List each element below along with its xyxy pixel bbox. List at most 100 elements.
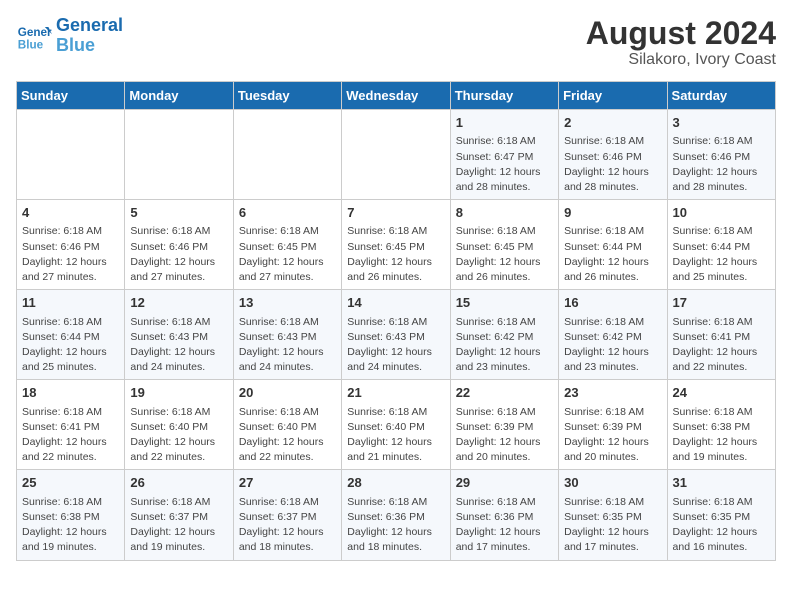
- calendar-week-row: 11 Sunrise: 6:18 AM Sunset: 6:44 PM Dayli…: [17, 290, 776, 380]
- table-row: 20Sunrise: 6:18 AM Sunset: 6:40 PM Dayli…: [233, 380, 341, 470]
- calendar-week-row: 25 Sunrise: 6:18 AM Sunset: 6:38 PM Dayli…: [17, 470, 776, 560]
- table-row: 28 Sunrise: 6:18 AM Sunset: 6:36 PM Dayli…: [342, 470, 450, 560]
- table-row: 26 Sunrise: 6:18 AM Sunset: 6:37 PM Dayli…: [125, 470, 233, 560]
- table-row: [233, 110, 341, 200]
- day-number: 9: [564, 204, 661, 222]
- day-info: Sunrise: 6:18 AM Sunset: 6:45 PM Dayligh…: [456, 224, 553, 285]
- day-number: 3: [673, 114, 770, 132]
- day-info: Sunrise: 6:18 AM Sunset: 6:39 PM Dayligh…: [456, 405, 553, 466]
- day-info: Sunrise: 6:18 AM Sunset: 6:42 PM Dayligh…: [456, 315, 553, 376]
- table-row: 14 Sunrise: 6:18 AM Sunset: 6:43 PM Dayli…: [342, 290, 450, 380]
- day-number: 17: [673, 294, 770, 312]
- table-row: 4 Sunrise: 6:18 AM Sunset: 6:46 PM Daylig…: [17, 200, 125, 290]
- day-number: 5: [130, 204, 227, 222]
- table-row: 12 Sunrise: 6:18 AM Sunset: 6:43 PM Dayli…: [125, 290, 233, 380]
- day-number: 20: [239, 384, 336, 402]
- calendar-table: Sunday Monday Tuesday Wednesday Thursday…: [16, 81, 776, 560]
- day-info: Sunrise: 6:18 AM Sunset: 6:36 PM Dayligh…: [347, 495, 444, 556]
- day-info: Sunrise: 6:18 AM Sunset: 6:46 PM Dayligh…: [130, 224, 227, 285]
- logo-text: General Blue: [56, 16, 123, 56]
- calendar-week-row: 4 Sunrise: 6:18 AM Sunset: 6:46 PM Daylig…: [17, 200, 776, 290]
- day-number: 4: [22, 204, 119, 222]
- day-info: Sunrise: 6:18 AM Sunset: 6:45 PM Dayligh…: [239, 224, 336, 285]
- logo: General Blue General Blue: [16, 16, 123, 56]
- table-row: [125, 110, 233, 200]
- day-number: 7: [347, 204, 444, 222]
- table-row: 19Sunrise: 6:18 AM Sunset: 6:40 PM Dayli…: [125, 380, 233, 470]
- day-info: Sunrise: 6:18 AM Sunset: 6:41 PM Dayligh…: [22, 405, 119, 466]
- day-info: Sunrise: 6:18 AM Sunset: 6:46 PM Dayligh…: [673, 134, 770, 195]
- day-info: Sunrise: 6:18 AM Sunset: 6:37 PM Dayligh…: [239, 495, 336, 556]
- day-number: 27: [239, 474, 336, 492]
- title-block: August 2024 Silakoro, Ivory Coast: [586, 16, 776, 69]
- day-info: Sunrise: 6:18 AM Sunset: 6:43 PM Dayligh…: [347, 315, 444, 376]
- day-number: 13: [239, 294, 336, 312]
- day-info: Sunrise: 6:18 AM Sunset: 6:43 PM Dayligh…: [239, 315, 336, 376]
- table-row: 9 Sunrise: 6:18 AM Sunset: 6:44 PM Daylig…: [559, 200, 667, 290]
- day-number: 26: [130, 474, 227, 492]
- day-number: 21: [347, 384, 444, 402]
- day-number: 22: [456, 384, 553, 402]
- day-info: Sunrise: 6:18 AM Sunset: 6:40 PM Dayligh…: [130, 405, 227, 466]
- table-row: 22 Sunrise: 6:18 AM Sunset: 6:39 PM Dayli…: [450, 380, 558, 470]
- col-monday: Monday: [125, 82, 233, 110]
- day-number: 10: [673, 204, 770, 222]
- day-info: Sunrise: 6:18 AM Sunset: 6:39 PM Dayligh…: [564, 405, 661, 466]
- day-number: 30: [564, 474, 661, 492]
- col-saturday: Saturday: [667, 82, 775, 110]
- day-number: 2: [564, 114, 661, 132]
- table-row: 2Sunrise: 6:18 AM Sunset: 6:46 PM Daylig…: [559, 110, 667, 200]
- day-number: 14: [347, 294, 444, 312]
- day-number: 1: [456, 114, 553, 132]
- table-row: 29 Sunrise: 6:18 AM Sunset: 6:36 PM Dayli…: [450, 470, 558, 560]
- day-number: 31: [673, 474, 770, 492]
- table-row: 7 Sunrise: 6:18 AM Sunset: 6:45 PM Daylig…: [342, 200, 450, 290]
- day-info: Sunrise: 6:18 AM Sunset: 6:47 PM Dayligh…: [456, 134, 553, 195]
- table-row: 21 Sunrise: 6:18 AM Sunset: 6:40 PM Dayli…: [342, 380, 450, 470]
- page-header: General Blue General Blue August 2024 Si…: [16, 16, 776, 69]
- day-info: Sunrise: 6:18 AM Sunset: 6:43 PM Dayligh…: [130, 315, 227, 376]
- day-number: 15: [456, 294, 553, 312]
- day-number: 23: [564, 384, 661, 402]
- calendar-week-row: 1 Sunrise: 6:18 AM Sunset: 6:47 PM Daylig…: [17, 110, 776, 200]
- day-info: Sunrise: 6:18 AM Sunset: 6:46 PM Dayligh…: [22, 224, 119, 285]
- col-thursday: Thursday: [450, 82, 558, 110]
- day-number: 28: [347, 474, 444, 492]
- table-row: 11 Sunrise: 6:18 AM Sunset: 6:44 PM Dayli…: [17, 290, 125, 380]
- table-row: 13 Sunrise: 6:18 AM Sunset: 6:43 PM Dayli…: [233, 290, 341, 380]
- table-row: 8Sunrise: 6:18 AM Sunset: 6:45 PM Daylig…: [450, 200, 558, 290]
- table-row: 30 Sunrise: 6:18 AM Sunset: 6:35 PM Dayli…: [559, 470, 667, 560]
- day-number: 12: [130, 294, 227, 312]
- table-row: 31Sunrise: 6:18 AM Sunset: 6:35 PM Dayli…: [667, 470, 775, 560]
- table-row: 24 Sunrise: 6:18 AM Sunset: 6:38 PM Dayli…: [667, 380, 775, 470]
- table-row: 3 Sunrise: 6:18 AM Sunset: 6:46 PM Daylig…: [667, 110, 775, 200]
- table-row: [17, 110, 125, 200]
- day-number: 29: [456, 474, 553, 492]
- col-friday: Friday: [559, 82, 667, 110]
- day-info: Sunrise: 6:18 AM Sunset: 6:42 PM Dayligh…: [564, 315, 661, 376]
- col-wednesday: Wednesday: [342, 82, 450, 110]
- day-info: Sunrise: 6:18 AM Sunset: 6:38 PM Dayligh…: [22, 495, 119, 556]
- table-row: 17 Sunrise: 6:18 AM Sunset: 6:41 PM Dayli…: [667, 290, 775, 380]
- day-info: Sunrise: 6:18 AM Sunset: 6:36 PM Dayligh…: [456, 495, 553, 556]
- calendar-header-row: Sunday Monday Tuesday Wednesday Thursday…: [17, 82, 776, 110]
- day-info: Sunrise: 6:18 AM Sunset: 6:37 PM Dayligh…: [130, 495, 227, 556]
- day-number: 18: [22, 384, 119, 402]
- day-info: Sunrise: 6:18 AM Sunset: 6:45 PM Dayligh…: [347, 224, 444, 285]
- day-number: 16: [564, 294, 661, 312]
- day-number: 11: [22, 294, 119, 312]
- svg-text:Blue: Blue: [18, 38, 44, 51]
- day-info: Sunrise: 6:18 AM Sunset: 6:44 PM Dayligh…: [564, 224, 661, 285]
- day-info: Sunrise: 6:18 AM Sunset: 6:41 PM Dayligh…: [673, 315, 770, 376]
- location-subtitle: Silakoro, Ivory Coast: [586, 51, 776, 69]
- day-number: 24: [673, 384, 770, 402]
- day-info: Sunrise: 6:18 AM Sunset: 6:44 PM Dayligh…: [673, 224, 770, 285]
- day-number: 25: [22, 474, 119, 492]
- day-info: Sunrise: 6:18 AM Sunset: 6:44 PM Dayligh…: [22, 315, 119, 376]
- table-row: 15 Sunrise: 6:18 AM Sunset: 6:42 PM Dayli…: [450, 290, 558, 380]
- table-row: 16 Sunrise: 6:18 AM Sunset: 6:42 PM Dayli…: [559, 290, 667, 380]
- day-info: Sunrise: 6:18 AM Sunset: 6:40 PM Dayligh…: [347, 405, 444, 466]
- day-number: 6: [239, 204, 336, 222]
- day-info: Sunrise: 6:18 AM Sunset: 6:35 PM Dayligh…: [564, 495, 661, 556]
- day-info: Sunrise: 6:18 AM Sunset: 6:38 PM Dayligh…: [673, 405, 770, 466]
